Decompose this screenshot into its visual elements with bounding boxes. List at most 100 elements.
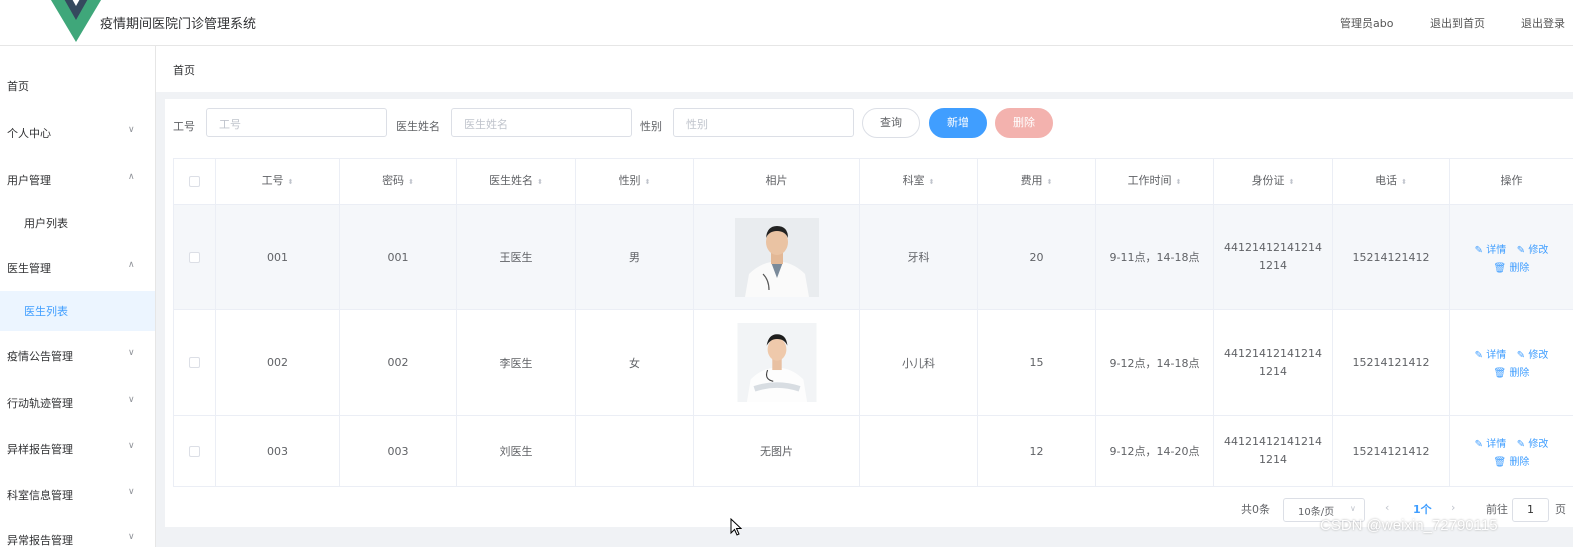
column-header-label: 操作 <box>1500 174 1523 187</box>
edit-button[interactable]: ✎ 修改 <box>1517 245 1549 256</box>
delete-button[interactable]: 删除 <box>995 108 1053 138</box>
sidebar-item-label: 疫情公告管理 <box>7 350 73 363</box>
column-header-job[interactable]: 工号 ⬍ <box>216 159 340 205</box>
edit-button[interactable]: ✎ 修改 <box>1517 439 1549 450</box>
cell-id-card: 44121412141214 1214 <box>1214 416 1333 487</box>
chevron-down-icon: ∨ <box>128 532 135 542</box>
sidebar-item-label: 行动轨迹管理 <box>7 397 73 410</box>
trash-icon: 🗑 <box>1493 368 1507 379</box>
trash-icon: 🗑 <box>1493 262 1507 274</box>
sort-icon: ⬍ <box>287 178 294 186</box>
column-header-password[interactable]: 密码 ⬍ <box>340 159 457 205</box>
detail-button[interactable]: ✎ 详情 <box>1475 439 1507 450</box>
row-checkbox-cell <box>174 310 216 416</box>
column-header-label: 费用 <box>1020 174 1043 187</box>
chevron-down-icon: ∨ <box>128 348 135 358</box>
column-header-id-card[interactable]: 身份证 ⬍ <box>1214 159 1333 205</box>
cell-password: 003 <box>340 416 457 487</box>
table-row[interactable]: 003 003 刘医生 无图片 12 9-12点，14-20点 44121412… <box>174 416 1573 487</box>
doctor-name-placeholder: 医生姓名 <box>464 118 508 131</box>
sidebar-item-abnormal-report[interactable]: 异常报告管理 ∨ <box>0 520 155 547</box>
column-header-doctor-name[interactable]: 医生姓名 ⬍ <box>457 159 576 205</box>
query-button[interactable]: 查询 <box>862 108 920 138</box>
doctor-photo-male[interactable] <box>734 217 819 297</box>
id-card-part2: 1214 <box>1259 259 1287 272</box>
column-header-photo: 相片 <box>694 159 860 205</box>
cell-doctor-name: 李医生 <box>457 310 576 416</box>
column-header-actions: 操作 <box>1450 159 1573 205</box>
sidebar-item-label: 首页 <box>7 80 29 93</box>
sidebar-item-user-list[interactable]: 用户列表 <box>0 203 155 243</box>
row-checkbox[interactable] <box>189 251 200 263</box>
column-header-label: 性别 <box>618 174 641 187</box>
sort-icon: ⬍ <box>928 178 935 186</box>
sidebar-item-label: 异常报告管理 <box>7 534 73 547</box>
exit-home-link[interactable]: 退出到首页 <box>1430 15 1485 31</box>
add-button[interactable]: 新增 <box>929 108 987 138</box>
sidebar-item-epidemic-notice[interactable]: 疫情公告管理 ∨ <box>0 336 155 376</box>
column-header-label: 密码 <box>382 174 405 187</box>
delete-label: 删除 <box>1509 456 1530 468</box>
sidebar-item-label: 科室信息管理 <box>7 489 73 502</box>
breadcrumb[interactable]: 首页 <box>173 62 195 78</box>
row-delete-button[interactable]: 🗑 删除 <box>1494 263 1530 274</box>
edit-label: 修改 <box>1528 350 1549 361</box>
column-header-gender[interactable]: 性别 ⬍ <box>576 159 694 205</box>
column-header-label: 电话 <box>1375 174 1398 187</box>
cell-fee: 20 <box>978 205 1096 310</box>
trash-icon: 🗑 <box>1493 456 1507 468</box>
logout-link[interactable]: 退出登录 <box>1521 15 1565 31</box>
select-all-checkbox[interactable] <box>189 176 200 187</box>
prev-page-icon[interactable]: ‹ <box>1385 501 1389 514</box>
breadcrumb-bar: 首页 <box>156 46 1573 92</box>
sidebar-item-personal-center[interactable]: 个人中心 ∨ <box>0 113 155 153</box>
row-checkbox[interactable] <box>189 357 200 368</box>
detail-label: 详情 <box>1486 244 1507 256</box>
delete-label: 删除 <box>1509 368 1530 379</box>
goto-page-input[interactable]: 1 <box>1512 498 1549 522</box>
id-card-part2: 1214 <box>1259 364 1287 378</box>
sidebar-item-doctor-list[interactable]: 医生列表 <box>0 291 155 331</box>
edit-button[interactable]: ✎ 修改 <box>1517 350 1549 361</box>
job-number-input[interactable]: 工号 <box>206 108 387 137</box>
current-page[interactable]: 1个 <box>1413 501 1432 517</box>
sidebar-item-department-info[interactable]: 科室信息管理 ∨ <box>0 475 155 515</box>
sidebar-item-anomaly-report[interactable]: 异样报告管理 ∨ <box>0 429 155 469</box>
doctor-photo-female[interactable] <box>735 323 819 402</box>
sidebar-item-user-management[interactable]: 用户管理 ∧ <box>0 160 155 200</box>
sidebar-item-label: 医生管理 <box>7 262 51 275</box>
table-row[interactable]: 002 002 李医生 女 小儿科 15 9-12点，14-18点 441214 <box>174 310 1573 416</box>
row-delete-button[interactable]: 🗑 删除 <box>1494 368 1530 379</box>
cell-job: 003 <box>216 416 340 487</box>
sort-icon: ⬍ <box>408 178 414 186</box>
cell-department: 小儿科 <box>860 310 978 416</box>
sidebar-item-home[interactable]: 首页 <box>0 66 155 106</box>
gender-input[interactable]: 性别 <box>673 108 854 137</box>
detail-button[interactable]: ✎ 详情 <box>1475 245 1507 256</box>
detail-button[interactable]: ✎ 详情 <box>1475 350 1507 361</box>
column-header-department[interactable]: 科室 ⬍ <box>860 159 978 205</box>
next-page-icon[interactable]: › <box>1451 501 1455 514</box>
cell-work-time: 9-11点，14-18点 <box>1096 205 1214 310</box>
cell-work-time: 9-12点，14-18点 <box>1096 310 1214 416</box>
sidebar-item-doctor-management[interactable]: 医生管理 ∧ <box>0 248 155 288</box>
id-card-part1: 44121412141214 <box>1224 241 1322 254</box>
row-checkbox-cell <box>174 416 216 487</box>
delete-label: 删除 <box>1509 262 1530 274</box>
doctor-name-input[interactable]: 医生姓名 <box>451 108 632 137</box>
chevron-down-icon: ∨ <box>128 441 135 451</box>
table-row[interactable]: 001 001 王医生 男 牙科 20 9-11点，14-18点 4412141 <box>174 205 1573 310</box>
column-header-fee[interactable]: 费用 ⬍ <box>978 159 1096 205</box>
row-checkbox[interactable] <box>189 445 200 457</box>
vue-logo-icon <box>50 0 102 42</box>
sidebar-item-label: 用户管理 <box>7 174 51 187</box>
pagination-total: 共0条 <box>1241 503 1270 516</box>
sidebar-item-track-management[interactable]: 行动轨迹管理 ∨ <box>0 383 155 423</box>
chevron-down-icon: ∨ <box>1350 504 1356 513</box>
row-delete-button[interactable]: 🗑 删除 <box>1494 457 1530 468</box>
mouse-cursor-icon <box>730 518 742 536</box>
column-header-label: 医生姓名 <box>489 174 534 187</box>
column-header-work-time[interactable]: 工作时间 ⬍ <box>1096 159 1214 205</box>
row-checkbox-cell <box>174 205 216 310</box>
column-header-phone[interactable]: 电话 ⬍ <box>1333 159 1450 205</box>
